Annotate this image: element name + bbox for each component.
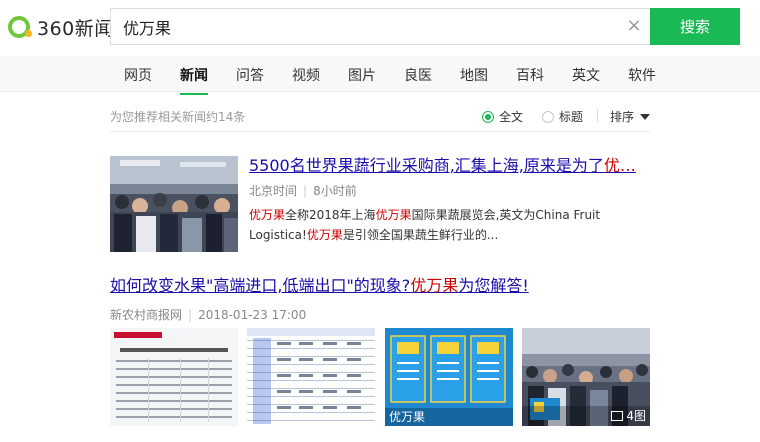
result-image[interactable] (110, 328, 238, 426)
meta-separator: | (188, 308, 193, 322)
sort-label: 排序 (609, 110, 634, 124)
tab-software[interactable]: 软件 (628, 65, 656, 85)
news-result: 如何改变水果"高端进口,低端出口"的现象?优万果为您解答! 新农村商报网 | 201… (110, 276, 650, 442)
meta-separator: | (303, 184, 308, 198)
result-count: 为您推荐相关新闻约14条 (110, 110, 246, 124)
search-button[interactable]: 搜索 (650, 8, 740, 45)
document-image (110, 328, 238, 426)
caret-down-icon (640, 113, 650, 120)
search-box: × (110, 8, 650, 45)
result-title-link[interactable]: 如何改变水果"高端进口,低端出口"的现象?优万果为您解答! (110, 276, 650, 296)
crowd-photo-image (110, 156, 238, 252)
clear-icon[interactable]: × (625, 17, 643, 35)
result-snippet: 优万果全称2018年上海优万果国际果蔬展览会,英文为China Fruit Lo… (249, 205, 649, 245)
image-count-badge: 4图 (611, 407, 646, 424)
image-caption: 优万果 (389, 410, 426, 424)
tab-doctor[interactable]: 良医 (404, 65, 432, 85)
tab-english[interactable]: 英文 (572, 65, 600, 85)
snippet-text: 是引领全国果蔬生鲜行业的... (342, 228, 499, 242)
divider (597, 109, 598, 122)
snippet-text: 全称2018年上海 (285, 208, 376, 222)
image-count: 4图 (626, 409, 646, 423)
tab-map[interactable]: 地图 (460, 65, 488, 85)
nav-tabs: 网页 新闻 问答 视频 图片 良医 地图 百科 英文 软件 (0, 56, 760, 95)
logo-ring-icon (8, 16, 32, 38)
image-strip: 优万果 4图 (110, 328, 650, 426)
result-thumbnail[interactable] (110, 156, 238, 252)
tab-video[interactable]: 视频 (292, 65, 320, 85)
news-result: 5500名世界果蔬行业采购商,汇集上海,原来是为了优… 北京时间 | 8小时前 优万… (110, 156, 650, 252)
title-text: 如何改变水果"高端进口,低端出口"的现象? (110, 276, 411, 295)
result-title-row: 如何改变水果"高端进口,低端出口"的现象?优万果为您解答! (110, 276, 650, 296)
radio-full-text-label: 全文 (499, 110, 524, 124)
snippet-highlight: 优万果 (249, 208, 286, 222)
title-highlight: 优… (603, 156, 636, 175)
title-text: 为您解答! (458, 276, 529, 295)
result-image[interactable] (247, 328, 375, 426)
result-source: 北京时间 (249, 184, 298, 198)
snippet-highlight: 优万果 (375, 208, 412, 222)
tab-web[interactable]: 网页 (124, 65, 152, 85)
result-meta: 新农村商报网 | 2018-01-23 17:00 (110, 307, 306, 323)
header: 360新闻 × 搜索 (0, 0, 760, 56)
title-highlight: 优万果 (410, 276, 459, 295)
result-time: 8小时前 (313, 184, 357, 198)
result-meta: 北京时间 | 8小时前 (249, 183, 649, 199)
radio-unchecked-icon (542, 110, 554, 123)
result-source: 新农村商报网 (110, 308, 183, 322)
result-time: 2018-01-23 17:00 (198, 308, 307, 322)
radio-title-only[interactable]: 标题 (542, 108, 583, 125)
tab-baike[interactable]: 百科 (516, 65, 544, 85)
filter-bar: 为您推荐相关新闻约14条 全文 标题 排序 (110, 100, 650, 132)
gallery-icon (611, 410, 624, 421)
title-text: 5500名世界果蔬行业采购商,汇集上海,原来是为了 (249, 156, 604, 175)
logo-text: 360新闻 (37, 17, 114, 40)
result-image[interactable]: 优万果 (385, 328, 513, 426)
radio-checked-icon (482, 110, 494, 123)
radio-title-only-label: 标题 (559, 110, 584, 124)
radio-full-text[interactable]: 全文 (482, 108, 523, 125)
result-image[interactable]: 4图 (522, 328, 650, 426)
result-text: 5500名世界果蔬行业采购商,汇集上海,原来是为了优… 北京时间 | 8小时前 优万… (249, 156, 649, 245)
sort-dropdown[interactable]: 排序 (610, 108, 650, 125)
tab-news[interactable]: 新闻 (180, 65, 208, 95)
tab-images[interactable]: 图片 (348, 65, 376, 85)
tab-qa[interactable]: 问答 (236, 65, 264, 85)
search-input[interactable] (111, 9, 611, 44)
snippet-highlight: 优万果 (306, 228, 343, 242)
spreadsheet-image (247, 328, 375, 426)
logo[interactable]: 360新闻 (8, 13, 114, 41)
result-title-link[interactable]: 5500名世界果蔬行业采购商,汇集上海,原来是为了优… (249, 156, 649, 176)
